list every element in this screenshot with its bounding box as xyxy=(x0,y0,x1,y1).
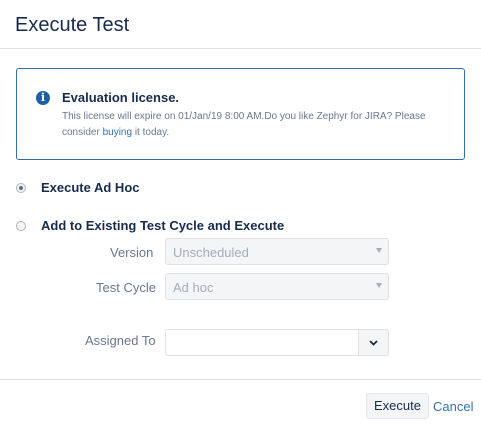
execute-button[interactable]: Execute xyxy=(366,393,429,419)
cancel-link[interactable]: Cancel xyxy=(433,399,473,414)
test-cycle-label: Test Cycle xyxy=(96,280,156,295)
assigned-to-dropdown-button[interactable] xyxy=(359,329,389,356)
evaluation-license-message: i Evaluation license. This license will … xyxy=(16,68,465,160)
assigned-to-label: Assigned To xyxy=(85,333,156,348)
info-icon: i xyxy=(36,91,50,105)
test-cycle-select[interactable]: Ad hoc xyxy=(165,273,389,300)
version-select[interactable]: Unscheduled xyxy=(165,238,389,265)
footer-divider xyxy=(0,379,481,380)
dialog-header: Execute Test xyxy=(0,0,481,49)
dropdown-arrow-icon xyxy=(376,248,382,253)
version-value: Unscheduled xyxy=(173,245,249,260)
add-to-existing-cycle-radio[interactable] xyxy=(16,220,26,231)
execute-adhoc-label: Execute Ad Hoc xyxy=(41,180,140,195)
message-text-end: it today. xyxy=(132,127,170,138)
message-text: This license will expire on 01/Jan/19 8:… xyxy=(62,109,457,141)
test-cycle-value: Ad hoc xyxy=(173,280,214,295)
execute-adhoc-option[interactable]: Execute Ad Hoc xyxy=(16,180,140,195)
message-title: Evaluation license. xyxy=(62,90,180,105)
version-label: Version xyxy=(110,245,154,260)
add-to-existing-cycle-label: Add to Existing Test Cycle and Execute xyxy=(41,218,285,233)
add-to-existing-cycle-option[interactable]: Add to Existing Test Cycle and Execute xyxy=(16,218,284,233)
execute-adhoc-radio[interactable] xyxy=(16,182,26,193)
chevron-down-icon xyxy=(369,340,378,346)
assigned-to-input[interactable] xyxy=(165,329,359,356)
buying-link[interactable]: buying xyxy=(103,127,132,138)
dialog-title: Execute Test xyxy=(15,14,130,36)
dropdown-arrow-icon xyxy=(376,283,382,288)
